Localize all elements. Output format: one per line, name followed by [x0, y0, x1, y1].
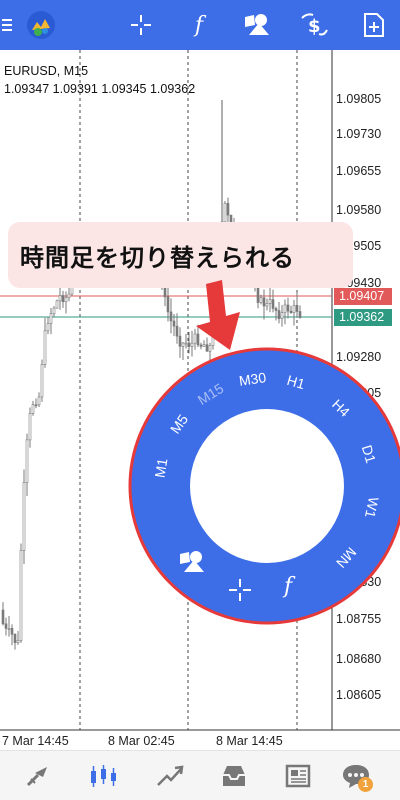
trade-icon[interactable]: [150, 751, 190, 800]
history-icon[interactable]: [214, 751, 254, 800]
wheel-crosshair-icon[interactable]: [228, 578, 252, 602]
wheel-objects-icon[interactable]: [178, 548, 206, 574]
wheel-function-icon[interactable]: f: [284, 574, 308, 604]
messages-badge: 1: [358, 777, 373, 792]
messages-icon[interactable]: 1: [336, 751, 376, 800]
chart-icon[interactable]: [84, 751, 124, 800]
news-icon[interactable]: [278, 751, 318, 800]
quotes-icon[interactable]: [20, 751, 60, 800]
bottom-navigation: 1: [0, 750, 400, 800]
